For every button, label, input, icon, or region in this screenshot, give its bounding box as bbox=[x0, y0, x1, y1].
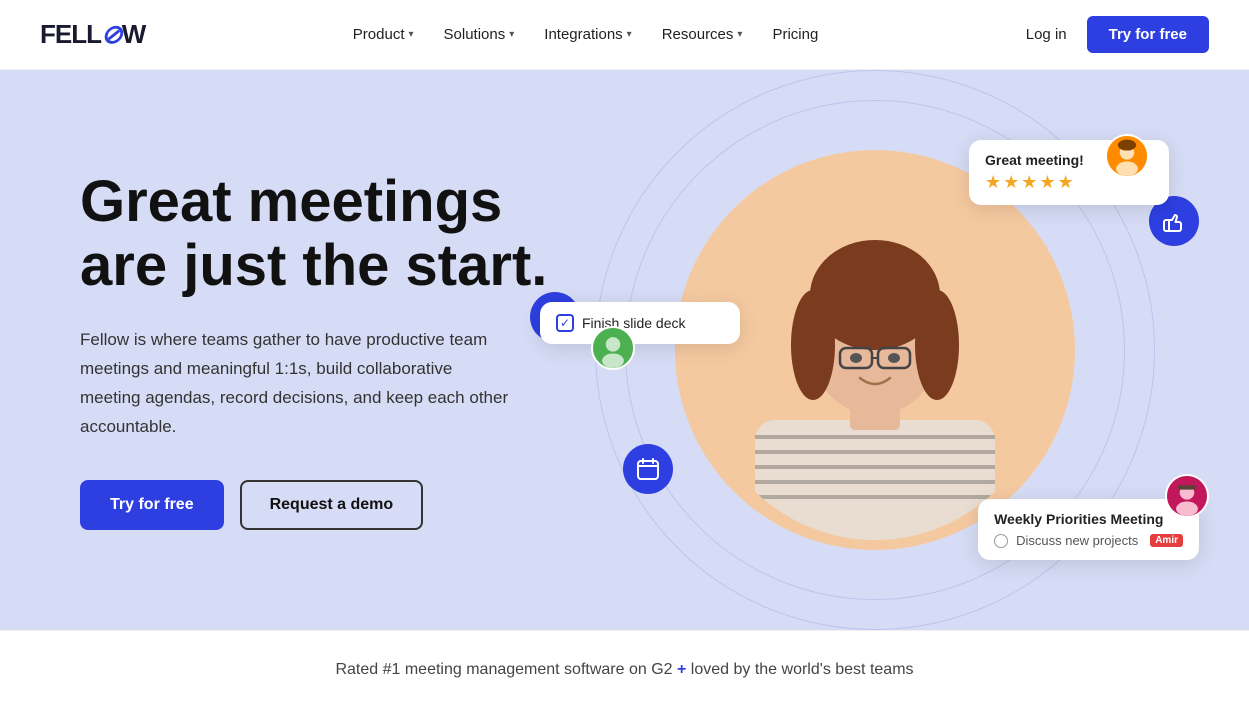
avatar-orange bbox=[1105, 134, 1149, 178]
login-link[interactable]: Log in bbox=[1026, 26, 1067, 43]
logo[interactable]: FELL⊘W bbox=[40, 19, 145, 50]
chevron-down-icon: ▾ bbox=[409, 29, 414, 40]
calendar-icon bbox=[636, 457, 660, 481]
nav-integrations[interactable]: Integrations ▾ bbox=[544, 26, 631, 43]
person-avatar-green bbox=[593, 326, 633, 370]
avatar-face-green bbox=[593, 328, 633, 368]
chevron-down-icon: ▾ bbox=[627, 29, 632, 40]
bottom-text-part1: Rated #1 meeting management software on … bbox=[335, 661, 672, 678]
navbar: FELL⊘W Product ▾ Solutions ▾ Integration… bbox=[0, 0, 1249, 70]
assignee-badge: Amir bbox=[1150, 534, 1183, 547]
nav-try-free-button[interactable]: Try for free bbox=[1087, 16, 1209, 53]
nav-solutions[interactable]: Solutions ▾ bbox=[444, 26, 515, 43]
bottom-bar: Rated #1 meeting management software on … bbox=[0, 630, 1249, 709]
bottom-bar-text: Rated #1 meeting management software on … bbox=[0, 661, 1249, 679]
avatar-pink bbox=[1165, 474, 1209, 518]
hero-person-image bbox=[695, 160, 1055, 540]
nav-product[interactable]: Product ▾ bbox=[353, 26, 414, 43]
hero-description: Fellow is where teams gather to have pro… bbox=[80, 326, 510, 442]
request-demo-button[interactable]: Request a demo bbox=[240, 480, 424, 530]
person-svg bbox=[695, 160, 1055, 540]
calendar-icon-bubble bbox=[623, 444, 673, 494]
hero-section: Great meetings are just the start. Fello… bbox=[0, 70, 1249, 630]
meeting-item-label: Discuss new projects bbox=[1016, 533, 1138, 548]
task-card: ✓ Finish slide deck bbox=[540, 302, 740, 344]
meeting-circle-icon bbox=[994, 534, 1008, 548]
bottom-text-part2: loved by the world's best teams bbox=[691, 661, 914, 678]
hero-buttons: Try for free Request a demo bbox=[80, 480, 560, 530]
person-avatar-pink bbox=[1167, 474, 1207, 518]
avatar-face-orange bbox=[1107, 136, 1147, 176]
plus-separator: + bbox=[673, 661, 691, 678]
logo-text-w: W bbox=[122, 19, 146, 50]
hero-left: Great meetings are just the start. Fello… bbox=[80, 170, 560, 529]
meeting-card-title: Weekly Priorities Meeting bbox=[994, 511, 1183, 527]
nav-links: Product ▾ Solutions ▾ Integrations ▾ Res… bbox=[353, 26, 819, 43]
try-free-button[interactable]: Try for free bbox=[80, 480, 224, 530]
avatar-green bbox=[591, 326, 635, 370]
task-label: Finish slide deck bbox=[582, 315, 686, 331]
avatar-face-pink bbox=[1167, 476, 1207, 516]
thumbs-up-icon bbox=[1162, 209, 1186, 233]
hero-right: Great meeting! ★★★★★ ✓ Finish slide deck… bbox=[560, 110, 1189, 590]
meeting-item: Discuss new projects Amir bbox=[994, 533, 1183, 548]
meeting-card: Weekly Priorities Meeting Discuss new pr… bbox=[978, 499, 1199, 560]
task-checkbox: ✓ bbox=[556, 314, 574, 332]
chevron-down-icon: ▾ bbox=[509, 29, 514, 40]
nav-resources[interactable]: Resources ▾ bbox=[662, 26, 743, 43]
nav-pricing[interactable]: Pricing bbox=[772, 26, 818, 43]
chevron-down-icon: ▾ bbox=[737, 29, 742, 40]
nav-right: Log in Try for free bbox=[1026, 16, 1209, 53]
task-row: ✓ Finish slide deck bbox=[556, 314, 724, 332]
hero-title: Great meetings are just the start. bbox=[80, 170, 560, 298]
logo-slash: ⊘ bbox=[101, 19, 122, 50]
person-avatar-orange bbox=[1107, 134, 1147, 178]
logo-text-fellow: FELL bbox=[40, 19, 101, 50]
